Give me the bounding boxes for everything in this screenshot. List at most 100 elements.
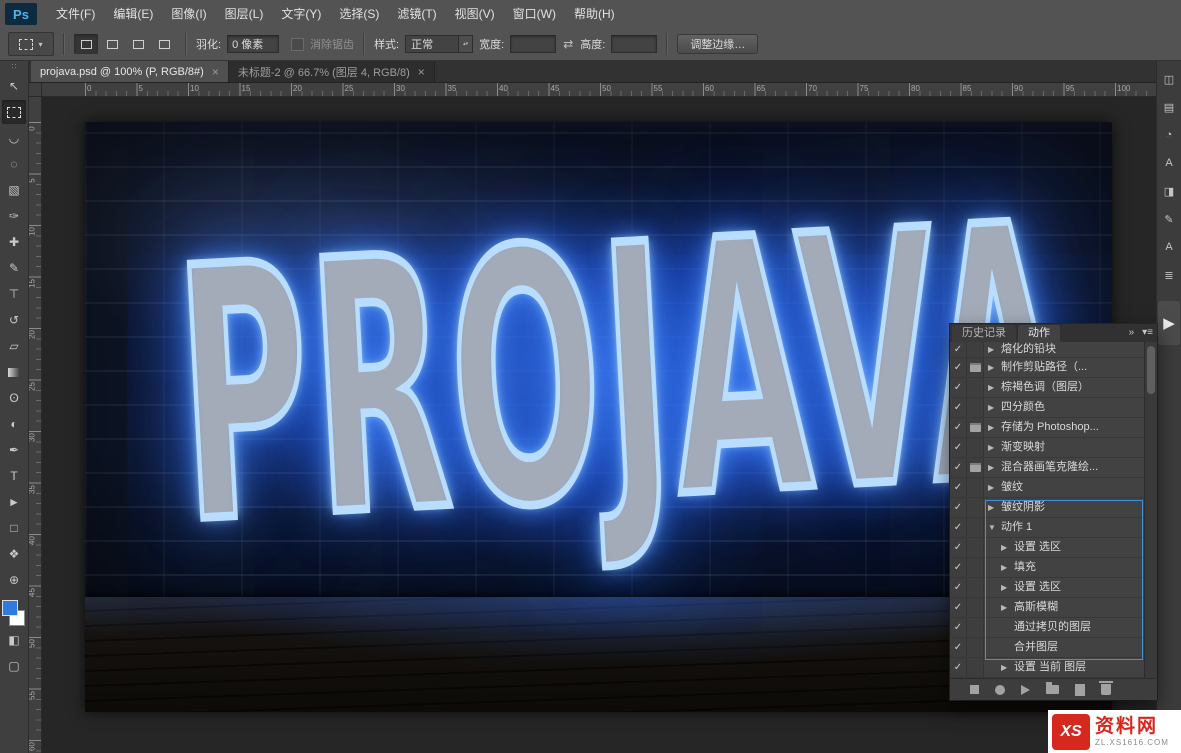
item-toggle-check-icon[interactable]: ✓: [950, 438, 967, 457]
menu-item-0[interactable]: 文件(F): [47, 7, 104, 21]
dialog-toggle[interactable]: [967, 618, 984, 637]
menu-item-2[interactable]: 图像(I): [162, 7, 215, 21]
menu-item-4[interactable]: 文字(Y): [272, 7, 330, 21]
item-toggle-check-icon[interactable]: ✓: [950, 618, 967, 637]
action-row[interactable]: ✓ ▶ 棕褐色调（图层）: [950, 378, 1144, 398]
clone-stamp-tool[interactable]: ⊤: [2, 282, 26, 306]
collapsed-panel-icon[interactable]: ≣: [1159, 265, 1179, 285]
action-row[interactable]: ✓ ▶ 皱纹: [950, 478, 1144, 498]
panel-grip-icon[interactable]: ∷: [0, 61, 28, 72]
menu-item-3[interactable]: 图层(L): [216, 7, 273, 21]
action-row[interactable]: ✓ ▶ 制作剪贴路径（...: [950, 358, 1144, 378]
eraser-tool[interactable]: ▱: [2, 334, 26, 358]
dialog-toggle[interactable]: [967, 518, 984, 537]
quick-selection-tool[interactable]: ◌: [2, 152, 26, 176]
dialog-toggle[interactable]: [967, 638, 984, 657]
menu-item-1[interactable]: 编辑(E): [104, 7, 162, 21]
foreground-color-swatch[interactable]: [2, 600, 18, 616]
scrollbar[interactable]: [1144, 342, 1157, 678]
style-select[interactable]: 正常 ▴▾: [405, 35, 474, 53]
expand-arrow-icon[interactable]: ▶: [1001, 538, 1014, 557]
pen-tool[interactable]: ✒: [2, 438, 26, 462]
path-selection-tool[interactable]: ►: [2, 490, 26, 514]
item-toggle-check-icon[interactable]: ✓: [950, 658, 967, 677]
dodge-tool[interactable]: ◐: [2, 412, 26, 436]
action-row[interactable]: ✓ ▶ 设置 选区: [950, 538, 1144, 558]
new-set-button[interactable]: [1046, 682, 1059, 694]
screen-mode-button[interactable]: ▢: [2, 654, 26, 678]
ruler-origin[interactable]: [28, 83, 42, 97]
item-toggle-check-icon[interactable]: ✓: [950, 398, 967, 417]
collapsed-panel-icon[interactable]: A: [1159, 237, 1179, 257]
collapsed-panel-icon[interactable]: ✎: [1159, 209, 1179, 229]
item-toggle-check-icon[interactable]: ✓: [950, 498, 967, 517]
refine-edge-button[interactable]: 调整边缘…: [677, 34, 759, 54]
expand-arrow-icon[interactable]: ▶: [988, 342, 1001, 357]
menu-item-7[interactable]: 视图(V): [446, 7, 504, 21]
action-row[interactable]: ✓ ▶ 设置 当前 图层: [950, 658, 1144, 678]
item-toggle-check-icon[interactable]: ✓: [950, 558, 967, 577]
vertical-ruler[interactable]: 0 5 10 15 20 25 30 35 40 45 50 55 60: [28, 97, 42, 753]
expand-arrow-icon[interactable]: ▶: [988, 418, 1001, 437]
type-tool[interactable]: T: [2, 464, 26, 488]
item-toggle-check-icon[interactable]: ✓: [950, 518, 967, 537]
anti-alias-checkbox[interactable]: [291, 37, 305, 51]
document-tab[interactable]: 未标题-2 @ 66.7% (图层 4, RGB/8) ×: [228, 61, 435, 82]
dialog-toggle[interactable]: [967, 498, 984, 517]
action-row[interactable]: ✓ ▶ 设置 选区: [950, 578, 1144, 598]
expand-arrow-icon[interactable]: ▶: [988, 378, 1001, 397]
add-to-selection-button[interactable]: [100, 34, 124, 54]
zoom-tool[interactable]: ⊕: [2, 568, 26, 592]
dialog-toggle[interactable]: [967, 378, 984, 397]
hand-tool[interactable]: ❖: [2, 542, 26, 566]
height-input[interactable]: [611, 35, 658, 53]
stepper-arrows-icon[interactable]: ▴▾: [458, 36, 473, 52]
new-selection-button[interactable]: [74, 34, 98, 54]
item-toggle-check-icon[interactable]: ✓: [950, 358, 967, 377]
begin-recording-button[interactable]: [995, 684, 1005, 695]
tab-close-icon[interactable]: ×: [418, 65, 425, 79]
expand-arrow-icon[interactable]: ▶: [1001, 658, 1014, 677]
dialog-toggle[interactable]: [967, 558, 984, 577]
action-row[interactable]: ✓ ▶ 混合器画笔克隆绘...: [950, 458, 1144, 478]
tab-actions[interactable]: 动作: [1018, 325, 1060, 342]
collapsed-panel-icon[interactable]: ◫: [1159, 69, 1179, 89]
dialog-toggle[interactable]: [967, 578, 984, 597]
expand-arrow-icon[interactable]: ▶: [988, 478, 1001, 497]
collapse-arrow-icon[interactable]: ▼: [988, 518, 1001, 537]
eyedropper-tool[interactable]: ✑: [2, 204, 26, 228]
expand-arrow-icon[interactable]: ▶: [1001, 558, 1014, 577]
horizontal-ruler[interactable]: 0 5 10 15 20 25 30 35 40 45 50 55 60 65 70 75 80 85 90 95 10…: [42, 83, 1157, 97]
item-toggle-check-icon[interactable]: ✓: [950, 638, 967, 657]
panel-menu-icon[interactable]: ▾≡: [1142, 326, 1153, 340]
dialog-toggle[interactable]: [967, 418, 984, 437]
move-tool[interactable]: ↖: [2, 74, 26, 98]
play-selection-button[interactable]: [1021, 684, 1030, 695]
dialog-toggle[interactable]: [967, 458, 984, 477]
intersect-selection-button[interactable]: [152, 34, 176, 54]
expand-arrow-icon[interactable]: ▶: [988, 398, 1001, 417]
crop-tool[interactable]: ▧: [2, 178, 26, 202]
item-toggle-check-icon[interactable]: ✓: [950, 538, 967, 557]
collapsed-panel-icon[interactable]: A: [1159, 153, 1179, 173]
dialog-toggle[interactable]: [967, 538, 984, 557]
stop-playing-button[interactable]: [970, 685, 979, 694]
delete-button[interactable]: [1099, 681, 1113, 695]
item-toggle-check-icon[interactable]: ✓: [950, 478, 967, 497]
dialog-toggle[interactable]: [967, 342, 984, 357]
action-row[interactable]: ✓ 通过拷贝的图层: [950, 618, 1144, 638]
action-row[interactable]: ✓ ▶ 熔化的铅块: [950, 342, 1144, 358]
expand-arrow-icon[interactable]: ▶: [1001, 598, 1014, 617]
item-toggle-check-icon[interactable]: ✓: [950, 598, 967, 617]
action-row[interactable]: ✓ ▶ 高斯模糊: [950, 598, 1144, 618]
brush-tool[interactable]: ✎: [2, 256, 26, 280]
dialog-toggle[interactable]: [967, 438, 984, 457]
item-toggle-check-icon[interactable]: ✓: [950, 418, 967, 437]
expand-arrow-icon[interactable]: ▶: [988, 458, 1001, 477]
dialog-toggle[interactable]: [967, 598, 984, 617]
tab-close-icon[interactable]: ×: [212, 65, 219, 79]
dialog-toggle[interactable]: [967, 478, 984, 497]
new-action-button[interactable]: [1075, 683, 1085, 696]
item-toggle-check-icon[interactable]: ✓: [950, 342, 967, 357]
expand-arrow-icon[interactable]: ▶: [988, 358, 1001, 377]
